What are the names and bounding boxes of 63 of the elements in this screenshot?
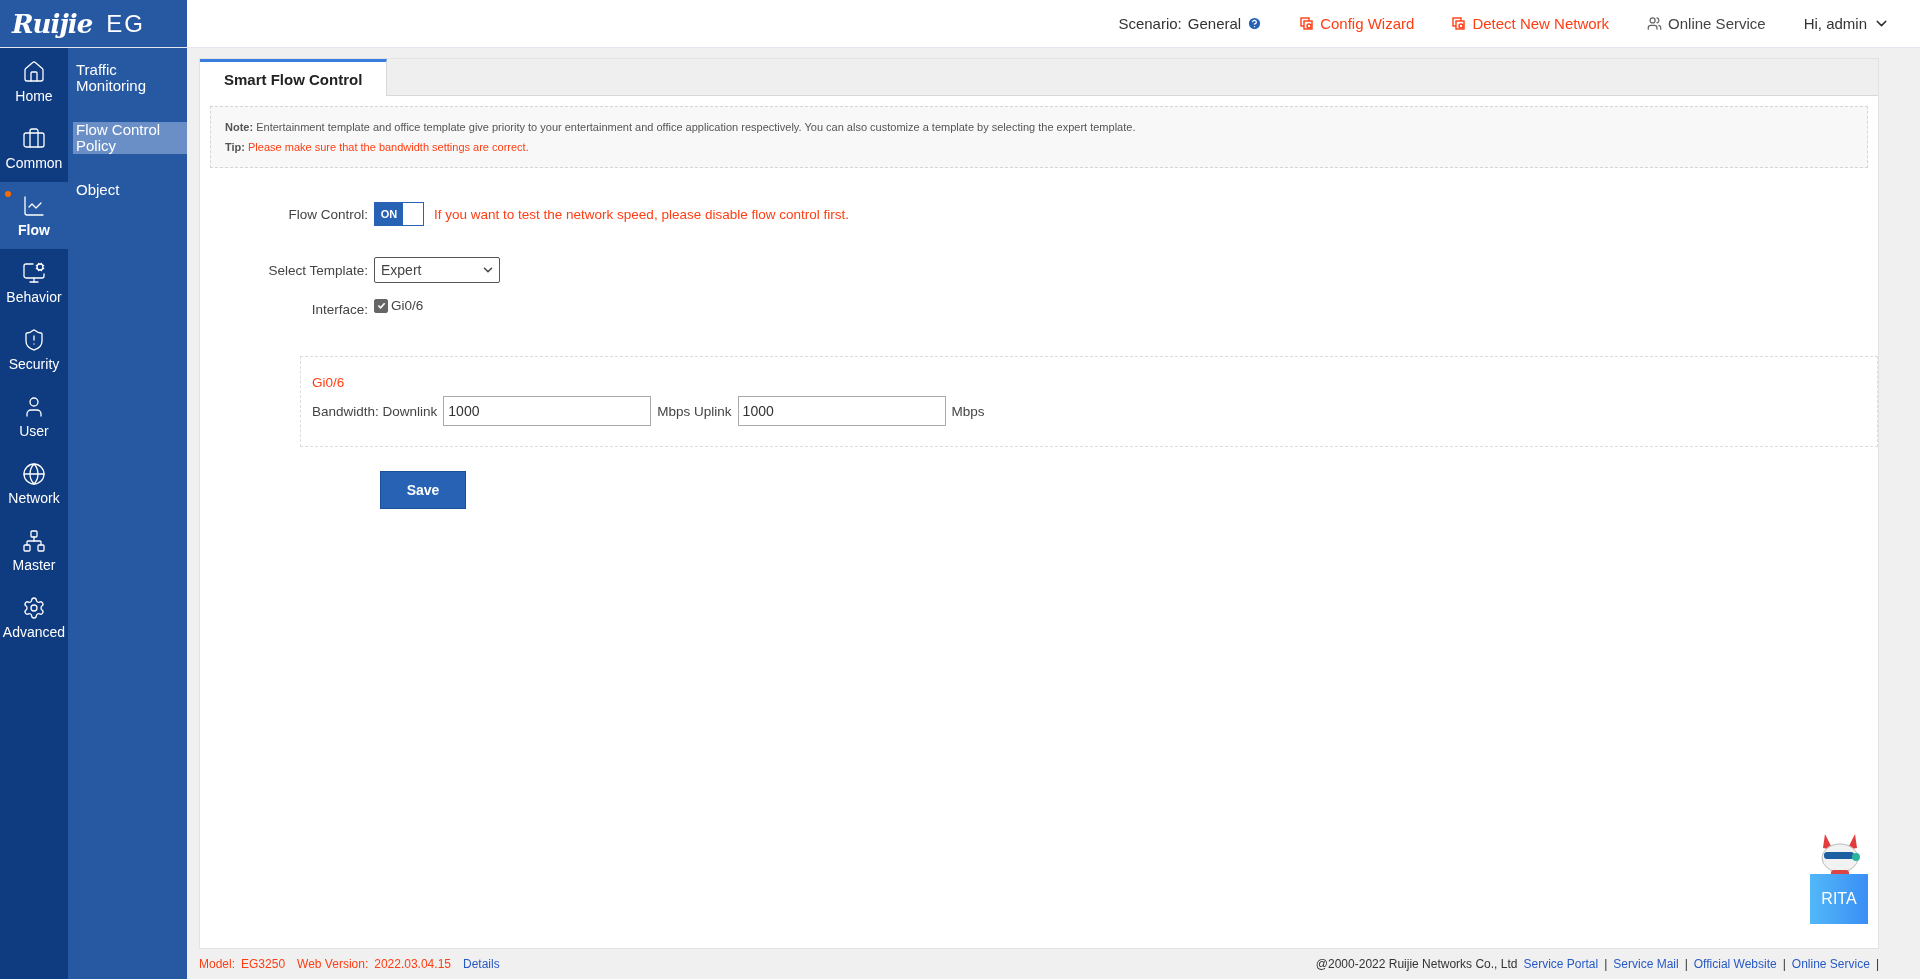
nav-item[interactable]: Behavior bbox=[0, 249, 68, 316]
header-link[interactable]: Detect New Network bbox=[1472, 15, 1610, 32]
field-label: Select Template: bbox=[267, 262, 369, 278]
footer-link[interactable]: Official Website bbox=[1693, 957, 1777, 971]
warning-text: If you want to test the network speed, please disable flow control first. bbox=[434, 206, 849, 222]
tab[interactable]: Smart Flow Control bbox=[200, 59, 388, 96]
nav-item[interactable]: Security bbox=[0, 316, 68, 383]
tip-label: Tip: bbox=[225, 141, 245, 153]
separator: | bbox=[1684, 957, 1688, 971]
field-label: Bandwidth: Downlink bbox=[312, 403, 438, 419]
details-link[interactable]: Details bbox=[463, 957, 500, 971]
help-icon[interactable] bbox=[1247, 16, 1263, 31]
separator: | bbox=[1875, 957, 1879, 971]
checkmark-icon bbox=[376, 301, 386, 310]
nav-item[interactable]: Network bbox=[0, 450, 68, 517]
version-value: 2022.03.04.15 bbox=[374, 957, 451, 971]
shield-icon bbox=[22, 327, 46, 352]
hierarchy-icon bbox=[22, 528, 46, 553]
nav-item[interactable]: Advanced bbox=[0, 584, 68, 651]
uplink-field[interactable]: 1000 bbox=[737, 396, 946, 426]
field-label: Interface: bbox=[310, 301, 369, 317]
separator: | bbox=[1604, 957, 1608, 971]
unit-label: Mbps bbox=[951, 403, 985, 419]
template-select[interactable]: Expert bbox=[374, 257, 500, 283]
downlink-field[interactable]: 1000 bbox=[443, 396, 652, 426]
nav-item[interactable]: User bbox=[0, 383, 68, 450]
copyright-text: @2000-2022 Ruijie Networks Co., Ltd bbox=[1315, 957, 1518, 971]
version-label: Web Version: bbox=[297, 957, 369, 971]
logo: Ruijie bbox=[12, 8, 93, 39]
separator: | bbox=[1782, 957, 1786, 971]
save-button[interactable]: Save bbox=[380, 471, 466, 509]
tip-text: Please make sure that the bandwidth settings are correct. bbox=[248, 141, 529, 153]
header-link[interactable]: Online Service bbox=[1668, 15, 1766, 32]
nav-item[interactable]: Common bbox=[0, 115, 68, 182]
nav-item[interactable]: Home bbox=[0, 48, 68, 115]
settings-icon bbox=[22, 595, 46, 620]
toggle-switch[interactable]: ON bbox=[374, 202, 424, 226]
briefcase-icon bbox=[22, 126, 46, 151]
product-name: EG bbox=[106, 9, 145, 38]
footer-link[interactable]: Service Mail bbox=[1613, 957, 1679, 971]
monitor-icon bbox=[22, 260, 46, 285]
submenu-item[interactable]: Traffic Monitoring bbox=[73, 62, 187, 94]
windows-gear-icon[interactable] bbox=[1452, 16, 1467, 31]
checkbox[interactable] bbox=[374, 298, 388, 313]
scenario-label: Scenario: bbox=[1118, 15, 1182, 32]
note-text: Note: Entertainment template and office template give priority to your entertainment and office application respectively. You can also customize a template by selecting the expert template. bbox=[225, 120, 1137, 135]
header-link[interactable]: Config Wizard bbox=[1320, 15, 1415, 32]
model-label: Model: bbox=[199, 957, 236, 971]
windows-gear-icon[interactable] bbox=[1300, 16, 1315, 31]
footer-link[interactable]: Online Service bbox=[1791, 957, 1870, 971]
field-label: Flow Control: bbox=[287, 206, 369, 222]
footer-link[interactable]: Service Portal bbox=[1523, 957, 1599, 971]
nav-item[interactable]: Flow bbox=[0, 182, 68, 249]
interface-title: Gi0/6 bbox=[312, 375, 346, 390]
home-icon bbox=[22, 59, 46, 84]
field-label: Mbps Uplink bbox=[657, 403, 732, 419]
scenario-value: General bbox=[1187, 15, 1242, 32]
checkbox-label: Gi0/6 bbox=[391, 298, 424, 313]
user-menu[interactable]: Hi, admin bbox=[1803, 15, 1867, 32]
model-value: EG3250 bbox=[241, 957, 286, 971]
globe-icon bbox=[22, 461, 46, 486]
submenu-item[interactable]: Object bbox=[73, 182, 187, 198]
nav-item[interactable]: Master bbox=[0, 517, 68, 584]
